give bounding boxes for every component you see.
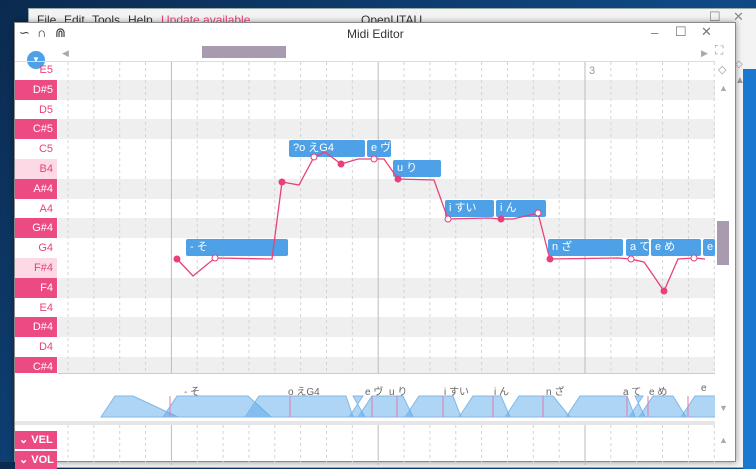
pitch-point[interactable]	[534, 209, 542, 217]
pitch-point[interactable]	[337, 160, 345, 168]
pitch-point[interactable]	[211, 254, 219, 262]
phoneme-label: i ん	[494, 387, 509, 398]
phoneme-envelope[interactable]	[244, 395, 354, 418]
phoneme-label: e	[701, 383, 707, 394]
pitch-point[interactable]	[370, 155, 378, 163]
phoneme-label: e ヴ	[365, 387, 384, 398]
pitch-point[interactable]	[690, 254, 698, 262]
phoneme-envelope[interactable]	[357, 395, 414, 418]
maximize-icon[interactable]: ☐	[675, 24, 687, 40]
pitch-point[interactable]	[627, 255, 635, 263]
vel-label: VEL	[31, 434, 53, 446]
piano-roll[interactable]: E5D#5D5C#5C5B4A#4A4G#4G4F#4F4E4D#4D4C#4C…	[15, 61, 715, 373]
panel-scroll-up-icon[interactable]: ▲	[719, 435, 728, 445]
pitch-point[interactable]	[310, 153, 318, 161]
close-icon[interactable]: ✕	[701, 24, 712, 40]
expression-grid	[67, 425, 715, 465]
pencil-curve-tool-icon[interactable]: ∽	[19, 25, 30, 41]
main-scrollbar[interactable]	[743, 69, 756, 469]
phoneme-envelope[interactable]	[565, 395, 636, 418]
phoneme-label: i すい	[444, 387, 469, 398]
phoneme-envelope[interactable]	[680, 395, 715, 418]
phoneme-label: e め	[649, 387, 668, 398]
horizontal-scrollbar-thumb[interactable]	[202, 46, 286, 58]
view-move-icon[interactable]: ⛶	[715, 43, 723, 58]
phoneme-label: a て	[623, 387, 642, 398]
phoneme-label: - そ	[184, 387, 201, 398]
pitch-point[interactable]	[660, 287, 668, 295]
main-diamond-icon[interactable]: ◇	[735, 59, 743, 70]
phoneme-panel[interactable]: - そ o えG4 e ヴ u り i すい i ん n ざ a て e め e	[58, 373, 715, 419]
pitch-point[interactable]	[546, 255, 554, 263]
scroll-up-icon[interactable]: ▲	[719, 83, 728, 93]
pitch-point[interactable]	[278, 178, 286, 186]
pitch-point[interactable]	[444, 215, 452, 223]
vel-tab[interactable]: ⌄ VEL	[15, 431, 57, 449]
minimize-icon[interactable]: –	[651, 25, 658, 40]
phoneme-envelope[interactable]	[458, 395, 511, 418]
window-title: Midi Editor	[347, 27, 404, 41]
phoneme-envelope[interactable]	[638, 395, 687, 418]
phoneme-envelope[interactable]	[404, 395, 462, 418]
phoneme-label: u り	[389, 387, 408, 398]
phoneme-envelope[interactable]	[504, 395, 572, 418]
diamond-icon[interactable]: ◇	[718, 63, 726, 76]
phoneme-label: o えG4	[288, 387, 320, 398]
midi-editor-window: ∽ ∩ ⋒ Midi Editor – ☐ ✕ ▼ ◀ ▶ ⛶ ◇ ▲ ▼ ▲ …	[14, 22, 736, 469]
arc-tool-icon[interactable]: ∩	[37, 25, 46, 40]
pitch-point[interactable]	[497, 215, 505, 223]
phoneme-envelopes	[100, 395, 715, 418]
scroll-right-icon[interactable]: ▶	[701, 48, 708, 59]
vibrato-tool-icon[interactable]: ⋒	[55, 25, 66, 41]
vol-label: VOL	[31, 454, 54, 466]
measure-label: 3	[589, 65, 596, 77]
pitch-point[interactable]	[394, 175, 402, 183]
phoneme-label: n ざ	[546, 387, 565, 398]
vertical-scrollbar-thumb[interactable]	[717, 221, 729, 265]
scroll-down-icon[interactable]: ▼	[719, 403, 728, 413]
vol-tab[interactable]: ⌄ VOL	[15, 451, 57, 469]
expression-panel[interactable]: ⌄ VEL ⌄ VOL	[15, 421, 715, 469]
pitch-point[interactable]	[173, 255, 181, 263]
scroll-left-icon[interactable]: ◀	[62, 48, 69, 59]
pitch-curve	[173, 151, 706, 295]
